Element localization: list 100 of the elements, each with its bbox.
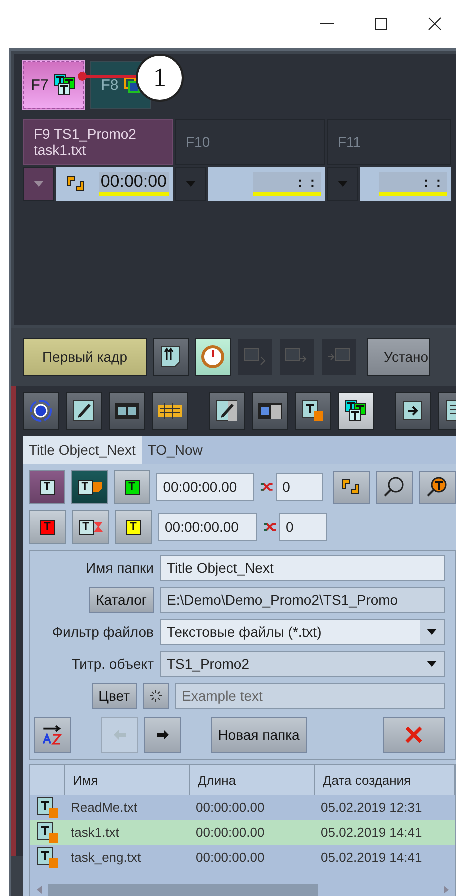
swap-arrows-icon [64,174,87,194]
timeline-icon [157,401,183,421]
pencil-icon [216,400,238,422]
titles-icon [345,400,367,422]
title-tile-icon: T [40,480,55,494]
column-header[interactable]: Имя [65,765,190,795]
maximize-icon [374,17,388,31]
title-button[interactable]: T [72,510,109,544]
table-row[interactable]: ReadMe.txt 00:00:00.00 05.02.2019 12:31 [30,795,455,820]
function-key[interactable]: F7 [23,61,84,109]
caret-icon [427,661,437,667]
tool-button[interactable] [295,392,331,430]
time-field[interactable]: : : [208,167,325,201]
sort-az-icon [41,723,64,747]
dropdown-field[interactable]: TS1_Promo2 [160,651,445,677]
title-document-icon [36,846,58,868]
film-icon [257,401,283,421]
time-field[interactable]: : : [360,167,451,201]
field-label: Титр. объект [72,656,154,672]
title-tile-icon: T [78,480,93,494]
folder-name-field[interactable]: Title Object_Next [160,555,445,581]
time-value: 00:00:00 [98,172,169,196]
dropdown-button[interactable] [23,167,54,201]
tab[interactable]: Title Object_Next [23,436,142,464]
dropdown-field[interactable]: Текстовые файлы (*.txt) [160,619,445,645]
title-button[interactable]: T [114,470,150,504]
title-button[interactable]: T [29,470,66,504]
time-value: : : [379,172,447,196]
titles-icon [54,74,76,96]
time-field[interactable]: 00:00:00 [56,167,173,201]
toolbar-button[interactable]: Устано [367,338,430,376]
channel-title: F9 TS1_Promo2 [34,126,138,142]
count-input[interactable]: 0 [276,473,323,501]
column-header[interactable]: Дата создания [315,765,455,795]
table-cell-text: 05.02.2019 14:41 [320,825,424,840]
table-cell-text: 05.02.2019 14:41 [320,850,424,865]
color-button[interactable]: Цвет [92,683,137,709]
forward-button[interactable] [144,717,181,753]
close-icon [428,17,442,31]
tool-button[interactable] [332,470,370,504]
toolbar-icon-button[interactable] [153,338,189,376]
tool-button[interactable] [209,392,245,430]
new-folder-button[interactable]: Новая папка [211,717,307,753]
tool-button[interactable] [252,392,288,430]
tool-button[interactable] [418,470,456,504]
channel-title: F11 [338,134,362,150]
title-document-icon [302,400,324,422]
time-value: : : [253,172,321,196]
pencil-icon [73,400,95,422]
delete-button[interactable] [383,717,445,753]
table-cell-text: 00:00:00.00 [195,800,266,815]
table-cell-text: task1.txt [70,825,120,840]
tool-button[interactable] [23,392,59,430]
table-row[interactable]: task_eng.txt 00:00:00.00 05.02.2019 14:41 [30,845,455,870]
sort-button[interactable] [34,717,71,753]
shuffle-icon [260,482,274,492]
example-text-field[interactable]: Example text [175,683,445,709]
title-tile-icon: T [124,480,140,494]
channel-title: F10 [186,134,212,150]
leader-line [81,75,139,78]
title-tile-icon: T [78,520,94,534]
import-icon [402,400,424,422]
tool-button[interactable] [376,470,413,504]
right-arrow-icon [156,729,170,741]
channel-file: task1.txt [34,142,88,158]
tool-button[interactable] [109,392,145,430]
caret-icon [427,629,437,635]
field-label: Фильтр файлов [52,624,154,640]
channel-header[interactable]: F9 TS1_Promo2 task1.txt [23,119,173,165]
document-markers-icon [160,345,182,369]
tool-button[interactable] [338,392,374,430]
effect-button[interactable] [143,683,169,709]
catalog-button[interactable]: Каталог [89,587,154,613]
title-button[interactable]: T [115,510,152,544]
tool-button[interactable] [395,392,431,430]
count-input[interactable]: 0 [279,513,327,541]
title-tile-icon: T [126,520,141,534]
scroll-thumb[interactable] [48,884,318,896]
table-cell-text: ReadMe.txt [70,800,138,815]
time-input[interactable]: 00:00:00.00 [156,473,254,501]
toolbar-icon-button[interactable] [195,338,231,376]
swap-arrows-icon [340,477,362,497]
title-button[interactable]: T [71,470,108,504]
caret-icon [338,181,348,187]
film-icon [114,401,140,421]
search-icon [383,476,406,498]
table-row[interactable]: task1.txt 00:00:00.00 05.02.2019 14:41 [30,820,455,845]
right-caret-icon [444,886,448,894]
left-arrow-icon [112,729,126,741]
table-cell-text: 00:00:00.00 [195,850,266,865]
search-icon [426,476,448,498]
toolbar-button[interactable]: Первый кадр [23,338,147,376]
tool-button[interactable] [152,392,188,430]
time-input[interactable]: 00:00:00.00 [158,513,257,541]
clock-icon [201,345,225,369]
left-caret-icon [36,886,42,894]
tool-button[interactable] [66,392,102,430]
shuffle-icon [263,522,277,532]
column-header[interactable]: Длина [190,765,315,795]
title-button[interactable]: T [29,510,66,544]
